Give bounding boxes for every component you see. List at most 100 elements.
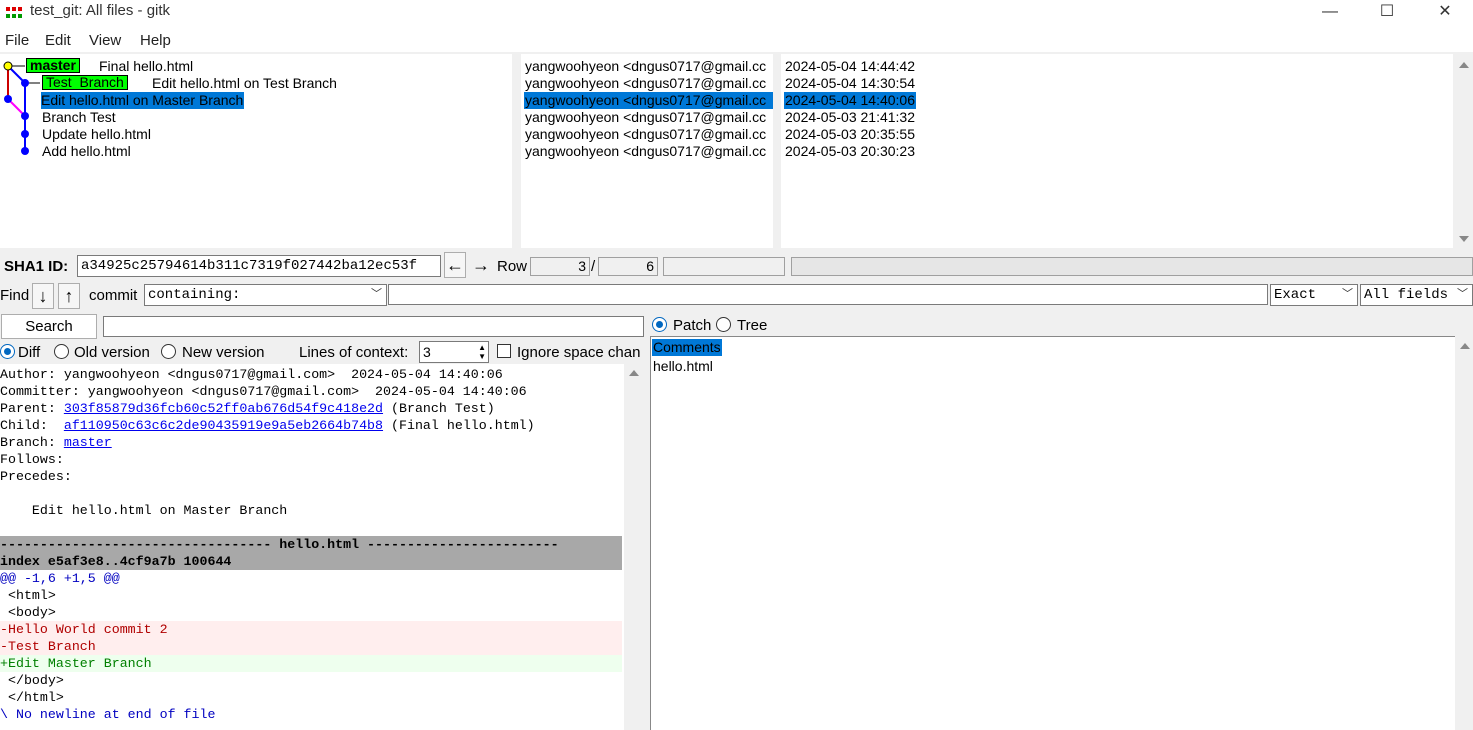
commit-author-row[interactable]: yangwoohyeon <dngus0717@gmail.cc (525, 126, 766, 143)
child-line: Child: af110950c63c6c2de90435919e9a5eb26… (0, 418, 535, 433)
branch-link[interactable]: master (64, 435, 112, 450)
chevron-down-icon: ﹀ (1342, 289, 1353, 301)
scroll-up-icon[interactable] (1460, 343, 1470, 349)
search-input[interactable] (103, 316, 644, 337)
scroll-up-icon[interactable] (629, 370, 639, 376)
commit-subject-row-selected[interactable]: Edit hello.html on Master Branch (41, 92, 245, 109)
precedes-line: Precedes: (0, 469, 72, 484)
branch-line: Branch: master (0, 435, 112, 450)
committer-line: Committer: yangwoohyeon <dngus0717@gmail… (0, 384, 527, 399)
context-lines-value: 3 (423, 344, 431, 360)
row-separator: / (591, 258, 596, 275)
commit-subject-row[interactable]: Edit hello.html on Test Branch (152, 75, 337, 92)
commit-author-row[interactable]: yangwoohyeon <dngus0717@gmail.cc (525, 143, 766, 160)
status-bar (791, 257, 1473, 276)
patch-radio[interactable] (652, 317, 667, 332)
menu-edit[interactable]: Edit (45, 32, 71, 49)
find-mode-value: containing: (148, 287, 241, 303)
diff-line-ctx: <html> (0, 588, 56, 603)
author-list-pane[interactable]: yangwoohyeon <dngus0717@gmail.cc yangwoo… (521, 54, 773, 248)
spin-arrows-icon[interactable]: ▲ ▼ (478, 343, 486, 361)
menu-view[interactable]: View (89, 32, 121, 49)
diff-line-del: -Hello World commit 2 (0, 621, 622, 638)
row-label: Row (497, 258, 528, 275)
context-lines-spinbox[interactable]: 3 ▲ ▼ (419, 341, 489, 363)
commit-date-row[interactable]: 2024-05-03 20:30:23 (785, 143, 915, 160)
find-fields-select[interactable]: All fields ﹀ (1360, 284, 1473, 306)
file-list-item[interactable]: hello.html (653, 358, 713, 375)
diff-line-ctx: <body> (0, 605, 56, 620)
old-version-radio[interactable] (54, 344, 69, 359)
commit-author-row[interactable]: yangwoohyeon <dngus0717@gmail.cc (525, 58, 766, 75)
commit-subject-row[interactable]: Update hello.html (42, 126, 151, 143)
diff-line-ctx: </body> (0, 673, 64, 688)
author-line: Author: yangwoohyeon <dngus0717@gmail.co… (0, 367, 503, 382)
commit-message: Edit hello.html on Master Branch (0, 503, 288, 518)
scroll-up-icon[interactable] (1459, 62, 1469, 68)
commit-subject-row[interactable]: Add hello.html (42, 143, 131, 160)
commit-author-row[interactable]: yangwoohyeon <dngus0717@gmail.cc (525, 75, 766, 92)
find-match-value: Exact (1274, 287, 1317, 303)
close-button[interactable]: ✕ (1422, 0, 1468, 28)
menu-file[interactable]: File (5, 32, 29, 49)
chevron-down-icon: ﹀ (1457, 289, 1468, 301)
find-mode-select[interactable]: containing: ﹀ (144, 284, 387, 306)
context-lines-label: Lines of context: (299, 344, 409, 361)
scroll-down-icon[interactable] (1459, 236, 1469, 242)
menu-help[interactable]: Help (140, 32, 171, 49)
commit-date-row-selected[interactable]: 2024-05-04 14:40:06 (784, 92, 916, 109)
file-list-comments[interactable]: Comments (652, 339, 722, 356)
file-list-pane[interactable]: Comments hello.html (650, 336, 1455, 730)
minimize-button[interactable]: — (1307, 0, 1353, 28)
commit-subject-row[interactable]: Branch Test (42, 109, 116, 126)
date-list-pane[interactable]: 2024-05-04 14:44:42 2024-05-04 14:30:54 … (781, 54, 1453, 248)
parent-line: Parent: 303f85879d36fcb60c52ff0ab676d54f… (0, 401, 495, 416)
commit-date-row[interactable]: 2024-05-04 14:44:42 (785, 58, 915, 75)
diff-radio[interactable] (0, 344, 15, 359)
commit-date-row[interactable]: 2024-05-03 20:35:55 (785, 126, 915, 143)
commit-author-row[interactable]: yangwoohyeon <dngus0717@gmail.cc (525, 109, 766, 126)
ignore-space-checkbox[interactable] (497, 344, 511, 358)
commit-date-row[interactable]: 2024-05-03 21:41:32 (785, 109, 915, 126)
title-bar: test_git: All files - gitk — ☐ ✕ (0, 0, 1473, 28)
back-arrow-icon[interactable]: ← (444, 252, 466, 278)
child-sha-link[interactable]: af110950c63c6c2de90435919e9a5eb2664b74b8 (64, 418, 383, 433)
ignore-space-label: Ignore space chan (517, 344, 641, 361)
diff-scrollbar[interactable] (625, 364, 643, 730)
find-label: Find (0, 287, 30, 304)
new-version-radio[interactable] (161, 344, 176, 359)
row-current: 3 (530, 257, 590, 276)
window-title: test_git: All files - gitk (30, 2, 171, 19)
diff-line-hunk: \ No newline at end of file (0, 707, 216, 722)
maximize-button[interactable]: ☐ (1364, 0, 1410, 28)
tree-label: Tree (737, 317, 768, 334)
branch-tag-master[interactable]: master (26, 58, 80, 73)
menu-bar: File Edit View Help (0, 28, 1473, 52)
find-match-select[interactable]: Exact ﹀ (1270, 284, 1358, 306)
new-version-label: New version (182, 344, 265, 361)
gitk-app-icon (6, 7, 22, 18)
diff-line-add: +Edit Master Branch (0, 655, 622, 672)
commit-list-scrollbar[interactable] (1455, 54, 1473, 248)
commit-author-row-selected[interactable]: yangwoohyeon <dngus0717@gmail.cc (524, 92, 773, 109)
commit-subject-row[interactable]: Final hello.html (99, 58, 193, 75)
find-fields-value: All fields (1364, 287, 1449, 303)
commit-date-row[interactable]: 2024-05-04 14:30:54 (785, 75, 915, 92)
forward-arrow-icon[interactable]: → (470, 252, 492, 278)
commit-list-pane[interactable]: master Test_Branch Final hello.html Edit… (0, 54, 512, 248)
row-total: 6 (598, 257, 658, 276)
tree-radio[interactable] (716, 317, 731, 332)
find-prev-up-arrow-icon[interactable]: ↑ (58, 283, 80, 309)
search-button[interactable]: Search (1, 314, 97, 339)
sha-toolbar: SHA1 ID: a34925c25794614b311c7319f027442… (0, 250, 1473, 282)
branch-tag-test-branch[interactable]: Test_Branch (42, 75, 128, 90)
find-input[interactable] (388, 284, 1268, 305)
diff-line-ctx: </html> (0, 690, 64, 705)
find-next-down-arrow-icon[interactable]: ↓ (32, 283, 54, 309)
patch-label: Patch (673, 317, 712, 334)
sha-field[interactable]: a34925c25794614b311c7319f027442ba12ec53f (77, 255, 441, 277)
file-list-scrollbar[interactable] (1456, 336, 1473, 730)
diff-pane[interactable]: Author: yangwoohyeon <dngus0717@gmail.co… (0, 364, 624, 730)
diff-radio-label: Diff (18, 344, 41, 361)
parent-sha-link[interactable]: 303f85879d36fcb60c52ff0ab676d54f9c418e2d (64, 401, 383, 416)
